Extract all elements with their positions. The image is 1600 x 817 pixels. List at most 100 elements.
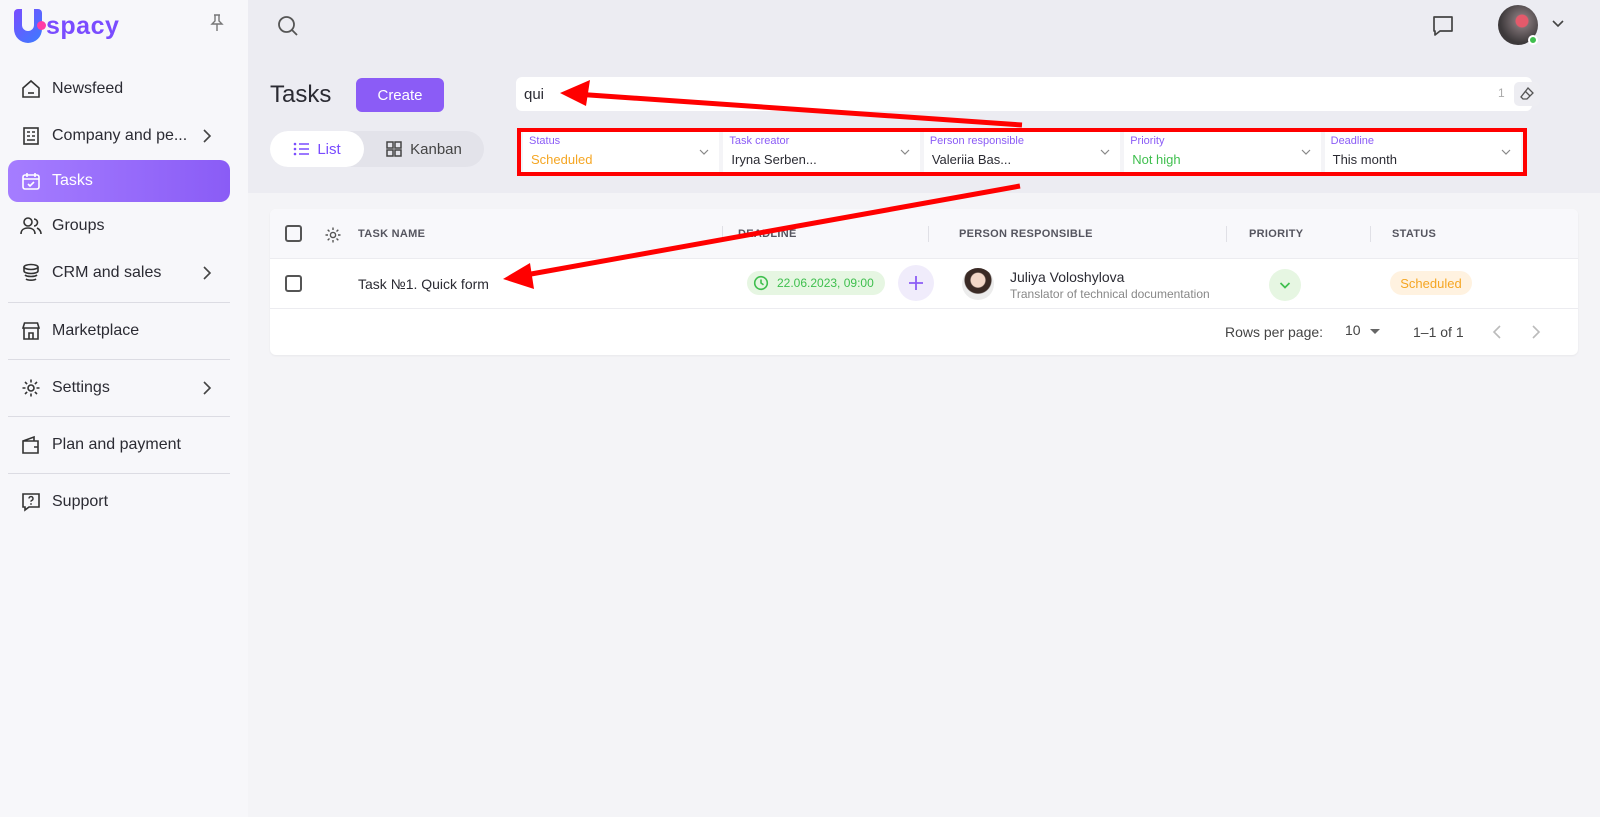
person-avatar[interactable] [962, 268, 994, 300]
sidebar-item-crm[interactable]: CRM and sales [8, 252, 230, 294]
task-name-link[interactable]: Task №1. Quick form [358, 276, 489, 292]
tasks-table: TASK NAME DEADLINE PERSON RESPONSIBLE PR… [270, 209, 1578, 355]
column-header-person-responsible[interactable]: PERSON RESPONSIBLE [959, 228, 1093, 240]
building-icon [20, 125, 42, 147]
pagination-range: 1–1 of 1 [1413, 324, 1464, 340]
filter-label: Status [529, 135, 561, 147]
sidebar-item-label: Company and pe... [52, 127, 188, 144]
next-page-icon[interactable] [1525, 322, 1545, 342]
person-name[interactable]: Juliya Voloshylova [1010, 269, 1124, 285]
filters-bar: Status Scheduled Task creator Iryna Serb… [517, 128, 1527, 176]
sidebar: spacy Newsfeed Company and pe... Tasks G… [0, 0, 248, 817]
nav-divider [8, 473, 230, 474]
chevron-down-icon [900, 149, 910, 155]
sidebar-item-label: Tasks [52, 172, 93, 189]
column-header-priority[interactable]: PRIORITY [1249, 228, 1303, 240]
filter-value: Scheduled [531, 152, 593, 167]
column-settings-icon[interactable] [324, 226, 342, 244]
priority-button[interactable] [1269, 269, 1301, 301]
filter-value: Valeriia Bas... [931, 152, 1012, 167]
chevron-down-icon [1100, 149, 1110, 155]
chevron-right-icon [203, 266, 212, 280]
logo[interactable]: spacy [14, 6, 119, 46]
nav-divider [8, 416, 230, 417]
list-view-button[interactable]: List [270, 131, 364, 167]
sidebar-item-tasks[interactable]: Tasks [8, 160, 230, 202]
sidebar-item-groups[interactable]: Groups [8, 205, 230, 247]
plus-icon [909, 276, 923, 290]
eraser-icon [1520, 87, 1534, 100]
sidebar-item-support[interactable]: Support [8, 481, 230, 523]
user-avatar[interactable] [1498, 5, 1538, 45]
filter-priority[interactable]: Priority Not high [1124, 132, 1321, 172]
table-row[interactable]: Task №1. Quick form 22.06.2023, 09:00 Ju… [270, 259, 1578, 309]
sidebar-item-newsfeed[interactable]: Newsfeed [8, 68, 230, 110]
clock-icon [753, 275, 769, 291]
filter-label: Task creator [729, 135, 790, 147]
column-header-task-name[interactable]: TASK NAME [358, 228, 425, 240]
view-toggle: List Kanban [270, 131, 484, 167]
sidebar-item-marketplace[interactable]: Marketplace [8, 310, 230, 352]
column-divider [1370, 226, 1371, 242]
chat-icon[interactable] [1431, 14, 1455, 38]
users-icon [20, 215, 42, 237]
deadline-badge[interactable]: 22.06.2023, 09:00 [747, 271, 885, 295]
search-icon[interactable] [276, 14, 300, 38]
logo-text: spacy [46, 11, 120, 40]
sidebar-item-label: Support [52, 493, 109, 510]
chevron-down-icon[interactable] [1551, 18, 1565, 30]
filter-task-creator[interactable]: Task creator Iryna Serben... [723, 132, 920, 172]
nav-divider [8, 302, 230, 303]
rows-per-page-label: Rows per page: [1225, 324, 1324, 340]
filter-deadline[interactable]: Deadline This month [1324, 132, 1522, 172]
pagination: Rows per page: 10 1–1 of 1 [270, 309, 1578, 355]
filter-person-responsible[interactable]: Person responsible Valeriia Bas... [923, 132, 1121, 172]
sidebar-item-plan[interactable]: Plan and payment [8, 424, 230, 466]
deadline-value: 22.06.2023, 09:00 [777, 276, 874, 290]
home-icon [20, 78, 42, 100]
sidebar-nav: Newsfeed Company and pe... Tasks Groups [8, 64, 230, 523]
help-icon [20, 491, 42, 513]
chevron-right-icon [203, 381, 212, 395]
chevron-down-icon [1501, 149, 1511, 155]
sidebar-item-company[interactable]: Company and pe... [8, 115, 230, 157]
previous-page-icon[interactable] [1488, 322, 1508, 342]
filter-label: Deadline [1330, 135, 1375, 147]
task-search-box: 1 [516, 77, 1540, 111]
chevron-down-icon [699, 149, 709, 155]
column-divider [1226, 226, 1227, 242]
clear-search-button[interactable] [1514, 82, 1540, 106]
kanban-view-button[interactable]: Kanban [364, 131, 484, 167]
create-button[interactable]: Create [356, 78, 444, 112]
sidebar-item-label: Groups [52, 217, 105, 234]
sidebar-item-label: Settings [52, 379, 110, 396]
task-search-input[interactable] [524, 83, 1424, 105]
column-divider [722, 226, 723, 242]
tasks-header: Tasks Create List Kanban 1 Status Schedu… [248, 55, 1600, 193]
calendar-icon [20, 170, 42, 192]
chevron-down-icon [1301, 149, 1311, 155]
kanban-icon [386, 141, 402, 157]
logo-mark-icon [14, 9, 46, 43]
chevron-right-icon [203, 129, 212, 143]
search-result-count: 1 [1498, 86, 1505, 100]
column-divider [928, 226, 929, 242]
kanban-view-label: Kanban [410, 140, 462, 158]
rows-per-page-select[interactable]: 10 [1345, 322, 1385, 342]
column-header-deadline[interactable]: DEADLINE [738, 228, 797, 240]
row-checkbox[interactable] [285, 275, 302, 292]
status-badge: Scheduled [1390, 271, 1472, 295]
list-view-label: List [317, 140, 341, 158]
rows-per-page-value: 10 [1345, 322, 1361, 338]
add-button[interactable] [898, 265, 934, 301]
filter-status[interactable]: Status Scheduled [523, 132, 720, 172]
nav-divider [8, 359, 230, 360]
sidebar-item-settings[interactable]: Settings [8, 367, 230, 409]
main-content: Tasks Create List Kanban 1 Status Schedu… [248, 55, 1600, 817]
column-header-status[interactable]: STATUS [1392, 228, 1436, 240]
database-icon [20, 262, 42, 284]
person-role: Translator of technical documentation [1010, 287, 1210, 301]
caret-down-icon [1370, 329, 1380, 334]
pin-icon[interactable] [210, 14, 224, 32]
select-all-checkbox[interactable] [285, 225, 302, 242]
